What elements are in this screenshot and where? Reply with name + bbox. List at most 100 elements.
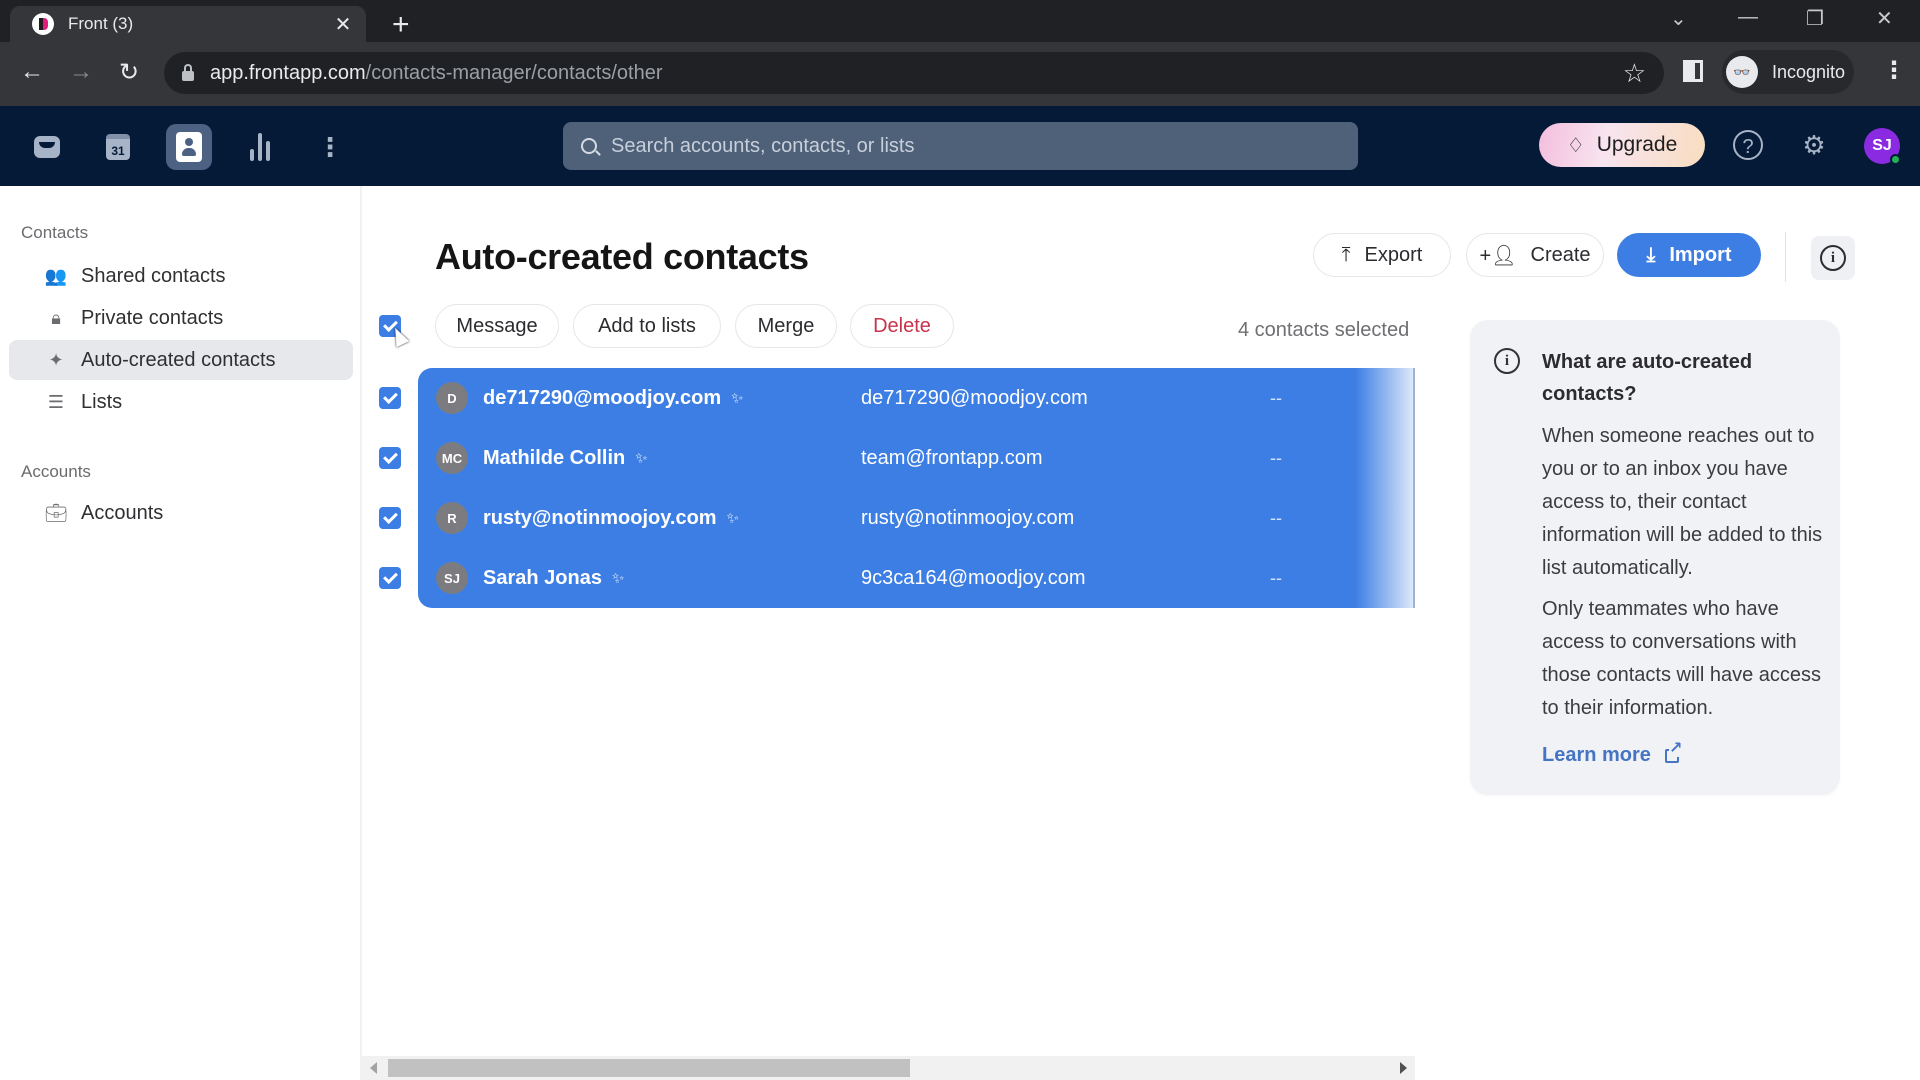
bookmark-star-icon[interactable]: ☆: [1623, 58, 1646, 89]
export-button[interactable]: ⤒ Export: [1313, 233, 1451, 277]
upgrade-button[interactable]: ♢ Upgrade: [1539, 123, 1705, 167]
contacts-icon: [176, 132, 202, 162]
more-nav-button[interactable]: ⋮: [307, 124, 353, 170]
address-bar[interactable]: app.frontapp.com/contacts-manager/contac…: [164, 52, 1664, 94]
sidebar-item-accounts[interactable]: 💼︎ Accounts: [9, 493, 353, 533]
sidebar-item-lists[interactable]: ☰ Lists: [9, 382, 353, 422]
horizontal-scrollbar[interactable]: [362, 1056, 1415, 1080]
browser-tab-bar: Front (3) ✕ + ⌄ — ❐ ✕: [0, 0, 1920, 42]
reload-icon[interactable]: ↻: [114, 58, 144, 87]
info-icon: i: [1820, 245, 1846, 271]
minimize-icon[interactable]: —: [1738, 6, 1758, 29]
help-paragraph: Only teammates who have access to conver…: [1542, 598, 1822, 719]
sidebar-item-label: Accounts: [81, 501, 164, 524]
table-row[interactable]: R rusty@notinmoojoy.com ✨︎ rusty@notinmoo…: [418, 488, 1415, 548]
contact-email: rusty@notinmoojoy.com: [861, 506, 1075, 529]
import-button[interactable]: ⤓ Import: [1617, 233, 1761, 277]
scroll-left-arrow-icon[interactable]: [370, 1062, 377, 1074]
import-label: Import: [1669, 243, 1732, 266]
calendar-icon: 31: [106, 134, 130, 160]
analytics-icon: [250, 133, 270, 161]
sidebar-item-private-contacts[interactable]: 🔒︎ Private contacts: [9, 298, 353, 338]
side-panel-icon[interactable]: [1683, 60, 1703, 82]
tab-close-icon[interactable]: ✕: [332, 12, 354, 37]
contact-name[interactable]: de717290@moodjoy.com ✨︎: [483, 387, 743, 410]
search-input[interactable]: [611, 134, 1311, 158]
sidebar-section-accounts: Accounts: [21, 462, 91, 481]
scroll-right-arrow-icon[interactable]: [1400, 1062, 1407, 1074]
page-title: Auto-created contacts: [435, 236, 809, 277]
close-window-icon[interactable]: ✕: [1876, 6, 1893, 31]
sidebar-item-label: Auto-created contacts: [81, 348, 276, 371]
row-checkbox[interactable]: [379, 447, 401, 469]
help-paragraph: When someone reaches out to you or to an…: [1542, 425, 1823, 579]
browser-menu-icon[interactable]: ⋮: [1882, 56, 1906, 85]
sidebar-item-label: Shared contacts: [81, 264, 226, 287]
tab-search-chevron-icon[interactable]: ⌄: [1670, 6, 1687, 31]
contact-extra-field: --: [1270, 567, 1282, 588]
message-label: Message: [456, 314, 538, 337]
delete-button[interactable]: Delete: [850, 304, 954, 348]
row-checkbox[interactable]: [379, 567, 401, 589]
create-button[interactable]: +👤︎ Create: [1466, 233, 1604, 277]
sidebar-item-auto-created-contacts[interactable]: ✦ Auto-created contacts: [9, 340, 353, 380]
back-icon[interactable]: ←: [17, 58, 47, 86]
app-header: 31 ⋮ ♢ Upgrade ? ⚙ SJ: [0, 106, 1920, 186]
settings-gear-icon[interactable]: ⚙: [1797, 128, 1831, 162]
help-icon[interactable]: ?: [1733, 130, 1763, 160]
forward-icon[interactable]: →: [66, 58, 96, 86]
upgrade-label: Upgrade: [1596, 133, 1678, 156]
scrollbar-thumb[interactable]: [388, 1059, 910, 1077]
contact-avatar: D: [436, 382, 468, 414]
url-text: app.frontapp.com/contacts-manager/contac…: [210, 61, 663, 84]
browser-tab[interactable]: Front (3) ✕: [10, 6, 366, 42]
info-toggle-button[interactable]: i: [1811, 236, 1855, 280]
inbox-nav-button[interactable]: [24, 124, 70, 170]
sidebar-item-shared-contacts[interactable]: 👥 Shared contacts: [9, 256, 353, 296]
contact-email: de717290@moodjoy.com: [861, 386, 1088, 409]
tab-title: Front (3): [68, 14, 134, 33]
calendar-nav-button[interactable]: 31: [95, 124, 141, 170]
sparkle-icon: ✨︎: [731, 389, 744, 407]
sidebar: Contacts 👥 Shared contacts 🔒︎ Private co…: [0, 186, 362, 1080]
online-status-indicator: [1890, 154, 1901, 165]
merge-button[interactable]: Merge: [735, 304, 837, 348]
incognito-profile-button[interactable]: 👓 Incognito: [1722, 50, 1854, 94]
contact-extra-field: --: [1270, 507, 1282, 528]
search-bar[interactable]: [563, 122, 1358, 170]
contact-email: 9c3ca164@moodjoy.com: [861, 566, 1086, 589]
export-label: Export: [1364, 243, 1423, 266]
contact-name[interactable]: rusty@notinmoojoy.com ✨︎: [483, 507, 739, 530]
contact-name[interactable]: Sarah Jonas ✨︎: [483, 567, 624, 590]
create-label: Create: [1530, 243, 1591, 266]
browser-toolbar: ← → ↻ app.frontapp.com/contacts-manager/…: [0, 42, 1920, 106]
row-checkbox[interactable]: [379, 507, 401, 529]
row-checkbox[interactable]: [379, 387, 401, 409]
table-row[interactable]: D de717290@moodjoy.com ✨︎ de717290@moodjo…: [418, 368, 1415, 428]
shared-contacts-icon: 👥: [44, 265, 68, 286]
more-icon: ⋮: [317, 132, 343, 162]
sparkle-icon: ✦: [48, 349, 64, 370]
front-favicon-icon: [32, 13, 54, 35]
contacts-nav-button[interactable]: [166, 124, 212, 170]
search-icon: [581, 138, 597, 154]
new-tab-icon[interactable]: +: [392, 8, 410, 42]
restore-icon[interactable]: ❐: [1806, 6, 1824, 31]
contact-avatar: MC: [436, 442, 468, 474]
info-icon: i: [1494, 348, 1520, 374]
contact-avatar: SJ: [436, 562, 468, 594]
contact-extra-field: --: [1270, 447, 1282, 468]
contact-name[interactable]: Mathilde Collin ✨︎: [483, 447, 648, 470]
table-edge: [1413, 368, 1415, 608]
incognito-icon: 👓: [1726, 56, 1758, 88]
sidebar-section-contacts: Contacts: [21, 223, 89, 242]
merge-label: Merge: [757, 314, 815, 337]
table-row[interactable]: SJ Sarah Jonas ✨︎ 9c3ca164@moodjoy.com --: [418, 548, 1415, 608]
sparkle-icon: ✨︎: [611, 569, 625, 587]
message-button[interactable]: Message: [435, 304, 559, 348]
sidebar-item-label: Lists: [81, 390, 123, 413]
add-to-lists-button[interactable]: Add to lists: [573, 304, 721, 348]
learn-more-link[interactable]: Learn more: [1542, 740, 1683, 767]
analytics-nav-button[interactable]: [237, 124, 283, 170]
table-row[interactable]: MC Mathilde Collin ✨︎ team@frontapp.com -…: [418, 428, 1415, 488]
